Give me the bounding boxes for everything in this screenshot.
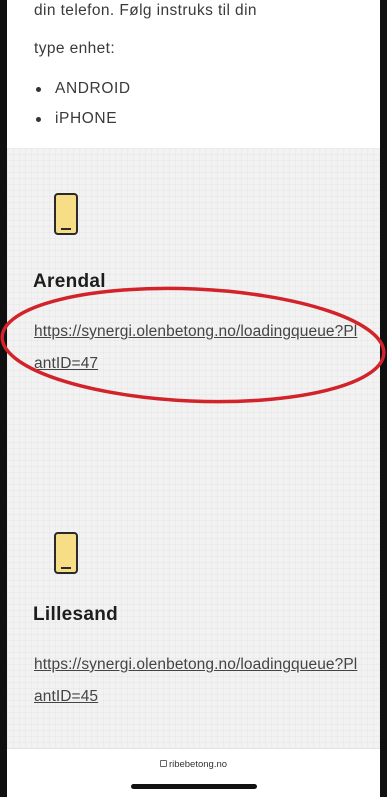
device-item-android[interactable]: ANDROID bbox=[34, 74, 131, 104]
domain-text: ribebetong.no bbox=[168, 759, 228, 770]
phone-home-button bbox=[61, 567, 71, 569]
mobile-phone-icon bbox=[54, 532, 78, 574]
device-item-label: ANDROID bbox=[55, 80, 131, 97]
bullet-icon bbox=[36, 87, 41, 92]
lock-icon bbox=[159, 760, 167, 767]
mobile-phone-icon bbox=[54, 193, 78, 235]
plant-name-lillesand: Lillesand bbox=[33, 604, 119, 625]
browser-bottom-bar: ribebetong.no bbox=[7, 748, 380, 797]
device-type-list: ANDROID iPHONE bbox=[34, 74, 131, 134]
home-indicator[interactable] bbox=[131, 784, 257, 789]
plant-link-arendal[interactable]: https://synergi.olenbetong.no/loadingque… bbox=[34, 316, 364, 380]
device-item-iphone[interactable]: iPHONE bbox=[34, 104, 131, 134]
web-page: din telefon. Følg instruks til din type … bbox=[7, 0, 380, 797]
instruction-text-line-1: din telefon. Følg instruks til din bbox=[34, 2, 257, 19]
plant-name-arendal: Arendal bbox=[33, 271, 106, 292]
instruction-text-line-2: type enhet: bbox=[34, 40, 116, 57]
bullet-icon bbox=[36, 117, 41, 122]
device-item-label: iPHONE bbox=[55, 110, 118, 127]
instructions-section: din telefon. Følg instruks til din type … bbox=[7, 0, 380, 148]
plant-link-lillesand[interactable]: https://synergi.olenbetong.no/loadingque… bbox=[34, 649, 364, 713]
phone-home-button bbox=[61, 228, 71, 230]
address-bar[interactable]: ribebetong.no bbox=[7, 759, 380, 770]
